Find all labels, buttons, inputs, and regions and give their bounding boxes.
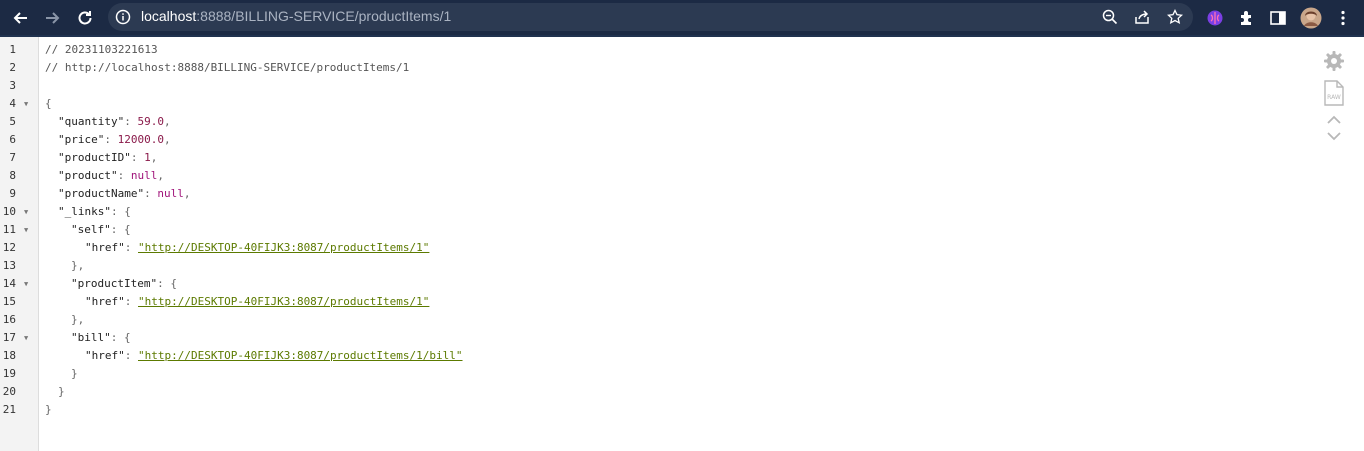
line-number: 4: [9, 97, 16, 110]
extensions-puzzle-icon[interactable]: [1235, 6, 1259, 30]
json-line-quantity: "quantity": 59.0,: [58, 115, 171, 128]
json-line-productName: "productName": null,: [58, 187, 191, 200]
timestamp-comment: // 20231103221613: [45, 43, 158, 56]
raw-file-icon[interactable]: RAW: [1323, 80, 1345, 106]
json-line-links: "_links": {: [58, 205, 131, 218]
bookmark-star-icon[interactable]: [1163, 5, 1187, 29]
json-key: "href": [85, 349, 125, 362]
json-value: null: [130, 169, 158, 182]
line-number: 16: [2, 313, 16, 326]
json-line-self: "self": {: [71, 223, 131, 236]
line-number: 6: [9, 133, 16, 146]
line-number: 2: [9, 61, 16, 74]
url-host: localhost: [141, 8, 197, 24]
side-panel-icon[interactable]: [1266, 6, 1290, 30]
json-line-product: "product": null,: [58, 169, 164, 182]
json-key: "self": [71, 223, 111, 236]
fold-toggle-icon[interactable]: ▼: [24, 221, 28, 239]
line-number-gutter: 1 2 3 4 5 6 7 8 9 10 11 12 13 14 15 16 1…: [0, 37, 39, 451]
open-brace: {: [45, 97, 52, 110]
close-brace: },: [71, 313, 85, 326]
json-key: "product": [58, 169, 118, 182]
toolbar-bottom-border: [0, 35, 1364, 37]
line-number: 13: [2, 259, 16, 272]
json-key: "price": [58, 133, 105, 146]
line-number: 7: [9, 151, 16, 164]
reload-icon[interactable]: [73, 6, 97, 30]
zoom-icon[interactable]: [1098, 5, 1122, 29]
browser-toolbar: localhost:8888/BILLING-SERVICE/productIt…: [0, 0, 1364, 35]
line-number: 18: [2, 349, 16, 362]
json-key: "productID": [58, 151, 131, 164]
json-key: "href": [85, 295, 125, 308]
json-value: 1: [144, 151, 151, 164]
line-number: 15: [2, 295, 16, 308]
line-number: 9: [9, 187, 16, 200]
fold-toggle-icon[interactable]: ▼: [24, 329, 28, 347]
collapse-expand-icon[interactable]: [1324, 114, 1344, 142]
json-line-self-href: "href": "http://DESKTOP-40FIJK3:8087/pro…: [85, 241, 430, 254]
forward-icon[interactable]: [41, 6, 65, 30]
line-number: 5: [9, 115, 16, 128]
back-icon[interactable]: [8, 6, 32, 30]
json-key: "productName": [58, 187, 145, 200]
line-number: 19: [2, 367, 16, 380]
fold-toggle-icon[interactable]: ▼: [24, 203, 28, 221]
fold-toggle-icon[interactable]: ▼: [24, 275, 28, 293]
fold-toggle-icon[interactable]: ▼: [24, 95, 28, 113]
line-number: 3: [9, 79, 16, 92]
json-line-productItem-href: "href": "http://DESKTOP-40FIJK3:8087/pro…: [85, 295, 430, 308]
url-comment: // http://localhost:8888/BILLING-SERVICE…: [45, 61, 410, 74]
line-number: 20: [2, 385, 16, 398]
json-line-bill: "bill": {: [71, 331, 131, 344]
gear-icon[interactable]: [1322, 49, 1346, 73]
json-key: "quantity": [58, 115, 125, 128]
line-number: 12: [2, 241, 16, 254]
raw-label: RAW: [1327, 94, 1341, 101]
line-number: 10: [2, 205, 16, 218]
share-icon[interactable]: [1130, 5, 1154, 29]
close-brace: }: [71, 367, 78, 380]
url-text[interactable]: localhost:8888/BILLING-SERVICE/productIt…: [141, 0, 451, 32]
menu-dots-icon[interactable]: [1331, 6, 1355, 30]
json-value: 12000.0: [117, 133, 164, 146]
self-href-link[interactable]: "http://DESKTOP-40FIJK3:8087/productItem…: [138, 241, 429, 254]
line-number: 14: [2, 277, 16, 290]
json-key: "bill": [71, 331, 111, 344]
json-line-productID: "productID": 1,: [58, 151, 158, 164]
close-brace: }: [58, 385, 65, 398]
json-key: "productItem": [71, 277, 158, 290]
productItem-href-link[interactable]: "http://DESKTOP-40FIJK3:8087/productItem…: [138, 295, 429, 308]
extension-brain-icon[interactable]: [1203, 6, 1227, 30]
json-key: "href": [85, 241, 125, 254]
json-value: 59.0: [137, 115, 164, 128]
close-brace: },: [71, 259, 85, 272]
json-line-productItem: "productItem": {: [71, 277, 177, 290]
json-line-price: "price": 12000.0,: [58, 133, 171, 146]
line-number: 21: [2, 403, 16, 416]
line-number: 8: [9, 169, 16, 182]
close-brace-root: }: [45, 403, 52, 416]
line-number: 1: [9, 43, 16, 56]
line-number: 11: [2, 223, 16, 236]
json-line-bill-href: "href": "http://DESKTOP-40FIJK3:8087/pro…: [85, 349, 463, 362]
info-icon[interactable]: [111, 5, 135, 29]
line-number: 17: [2, 331, 16, 344]
url-path: :8888/BILLING-SERVICE/productItems/1: [196, 8, 452, 24]
json-key: "_links": [58, 205, 111, 218]
json-value: null: [157, 187, 184, 200]
bill-href-link[interactable]: "http://DESKTOP-40FIJK3:8087/productItem…: [138, 349, 463, 362]
profile-avatar[interactable]: [1299, 6, 1323, 30]
